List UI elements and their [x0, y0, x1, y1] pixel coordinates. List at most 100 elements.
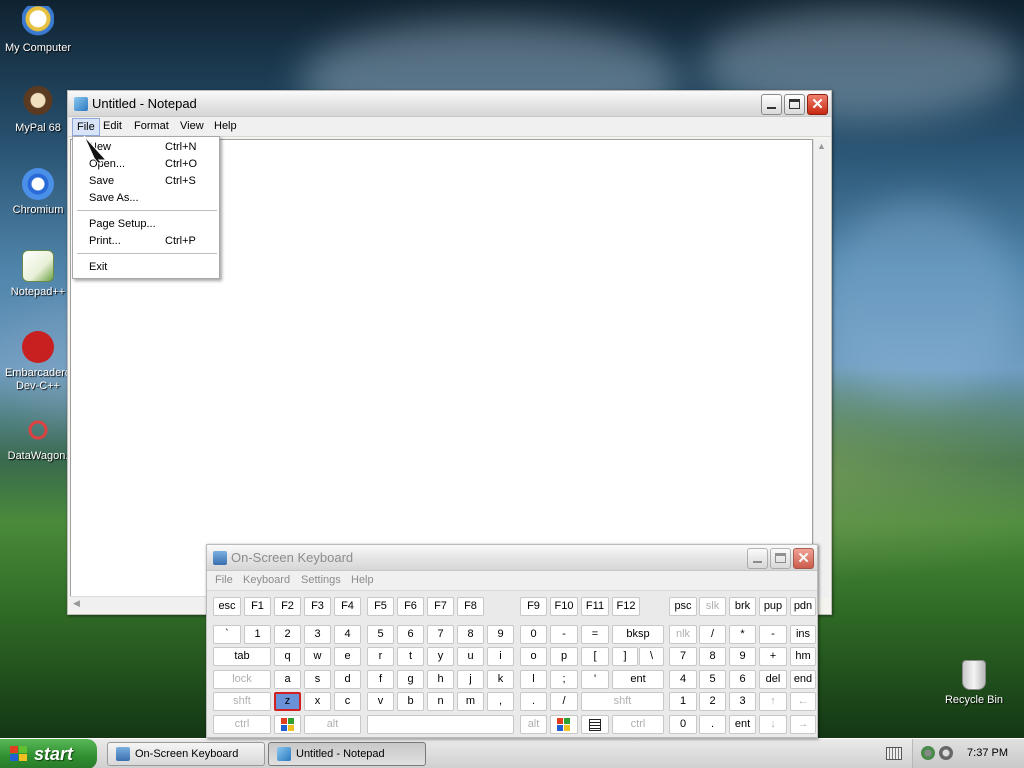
key-backspace[interactable]: bksp: [612, 625, 664, 644]
desktop-icon-datawagon[interactable]: DataWagon.: [0, 414, 76, 463]
key-q[interactable]: q: [274, 647, 301, 666]
key-right-ctrl[interactable]: ctrl: [612, 715, 664, 734]
key-pup[interactable]: pup: [759, 597, 787, 616]
key-pdn[interactable]: pdn: [790, 597, 816, 616]
key-backtick[interactable]: `: [213, 625, 241, 644]
key-num-6[interactable]: 6: [729, 670, 756, 689]
volume-icon[interactable]: [939, 746, 953, 760]
key-space[interactable]: [367, 715, 514, 734]
key-b[interactable]: b: [397, 692, 424, 711]
key-right-alt[interactable]: alt: [520, 715, 547, 734]
key-x[interactable]: x: [304, 692, 331, 711]
on-screen-keyboard-window[interactable]: On-Screen Keyboard ✕ File Keyboard Setti…: [206, 544, 818, 738]
key-menu[interactable]: [581, 715, 609, 734]
key-num-0[interactable]: 0: [669, 715, 697, 734]
key-7[interactable]: 7: [427, 625, 454, 644]
key-d[interactable]: d: [334, 670, 361, 689]
key-f11[interactable]: F11: [581, 597, 609, 616]
key-i[interactable]: i: [487, 647, 514, 666]
menu-help[interactable]: Help: [214, 120, 237, 132]
menu-item-page-setup[interactable]: Page Setup...: [73, 216, 219, 233]
key-5[interactable]: 5: [367, 625, 394, 644]
key-arrow-right[interactable]: →: [790, 715, 816, 734]
key-l[interactable]: l: [520, 670, 547, 689]
key-f2[interactable]: F2: [274, 597, 301, 616]
key-k[interactable]: k: [487, 670, 514, 689]
key-left-alt[interactable]: alt: [304, 715, 361, 734]
key-left-shift[interactable]: shft: [213, 692, 271, 711]
key-f7[interactable]: F7: [427, 597, 454, 616]
key-right-windows[interactable]: [550, 715, 578, 734]
key-6[interactable]: 6: [397, 625, 424, 644]
key-delete[interactable]: del: [759, 670, 787, 689]
key-enter[interactable]: ent: [612, 670, 664, 689]
key-w[interactable]: w: [304, 647, 331, 666]
minimize-button[interactable]: [747, 548, 768, 569]
maximize-button[interactable]: [784, 94, 805, 115]
key-slash[interactable]: /: [550, 692, 578, 711]
key-num-period[interactable]: .: [699, 715, 726, 734]
menu-edit[interactable]: Edit: [103, 120, 122, 132]
key-g[interactable]: g: [397, 670, 424, 689]
key-3[interactable]: 3: [304, 625, 331, 644]
key-insert[interactable]: ins: [790, 625, 816, 644]
key-caps-lock[interactable]: lock: [213, 670, 271, 689]
key-n[interactable]: n: [427, 692, 454, 711]
desktop-icon-chromium[interactable]: Chromium: [0, 168, 76, 217]
menu-item-exit[interactable]: Exit: [73, 259, 219, 276]
vertical-scrollbar[interactable]: ▲: [813, 139, 829, 598]
desktop-icon-my-computer[interactable]: My Computer: [0, 6, 76, 55]
key-num-1[interactable]: 1: [669, 692, 697, 711]
key-quote[interactable]: ': [581, 670, 609, 689]
menu-item-save-as[interactable]: Save As...: [73, 190, 219, 207]
key-f9[interactable]: F9: [520, 597, 547, 616]
key-0[interactable]: 0: [520, 625, 547, 644]
keyboard-tray-icon[interactable]: [886, 747, 902, 760]
key-tab[interactable]: tab: [213, 647, 271, 666]
key-end[interactable]: end: [790, 670, 816, 689]
menu-item-print[interactable]: Print... Ctrl+P: [73, 233, 219, 250]
key-arrow-down[interactable]: ↓: [759, 715, 787, 734]
key-numlock[interactable]: nlk: [669, 625, 697, 644]
key-left-windows[interactable]: [274, 715, 301, 734]
key-psc[interactable]: psc: [669, 597, 697, 616]
key-e[interactable]: e: [334, 647, 361, 666]
key-u[interactable]: u: [457, 647, 484, 666]
clock[interactable]: 7:37 PM: [967, 747, 1008, 759]
key-arrow-up[interactable]: ↑: [759, 692, 787, 711]
key-period[interactable]: .: [520, 692, 547, 711]
minimize-button[interactable]: [761, 94, 782, 115]
key-f[interactable]: f: [367, 670, 394, 689]
key-num-enter[interactable]: ent: [729, 715, 756, 734]
key-open-bracket[interactable]: [: [581, 647, 609, 666]
key-num-2[interactable]: 2: [699, 692, 726, 711]
key-minus[interactable]: -: [550, 625, 578, 644]
taskbar-item-osk[interactable]: On-Screen Keyboard: [107, 742, 265, 766]
key-num-minus[interactable]: -: [759, 625, 787, 644]
key-s[interactable]: s: [304, 670, 331, 689]
key-8[interactable]: 8: [457, 625, 484, 644]
key-num-7[interactable]: 7: [669, 647, 697, 666]
key-y[interactable]: y: [427, 647, 454, 666]
key-num-4[interactable]: 4: [669, 670, 697, 689]
close-button[interactable]: ✕: [807, 94, 828, 115]
menu-help[interactable]: Help: [351, 574, 374, 586]
key-2[interactable]: 2: [274, 625, 301, 644]
menu-format[interactable]: Format: [134, 120, 169, 132]
desktop-icon-devcpp[interactable]: Embarcadero Dev-C++: [0, 331, 76, 393]
key-m[interactable]: m: [457, 692, 484, 711]
key-esc[interactable]: esc: [213, 597, 241, 616]
desktop-icon-mypal[interactable]: MyPal 68: [0, 86, 76, 135]
key-num-divide[interactable]: /: [699, 625, 726, 644]
key-4[interactable]: 4: [334, 625, 361, 644]
taskbar-item-notepad[interactable]: Untitled - Notepad: [268, 742, 426, 766]
key-c[interactable]: c: [334, 692, 361, 711]
key-slk[interactable]: slk: [699, 597, 726, 616]
key-f8[interactable]: F8: [457, 597, 484, 616]
osk-titlebar[interactable]: On-Screen Keyboard ✕: [207, 545, 817, 571]
menu-item-save[interactable]: Save Ctrl+S: [73, 173, 219, 190]
key-1[interactable]: 1: [244, 625, 271, 644]
desktop-icon-recycle-bin[interactable]: Recycle Bin: [936, 660, 1012, 707]
key-t[interactable]: t: [397, 647, 424, 666]
key-f4[interactable]: F4: [334, 597, 361, 616]
